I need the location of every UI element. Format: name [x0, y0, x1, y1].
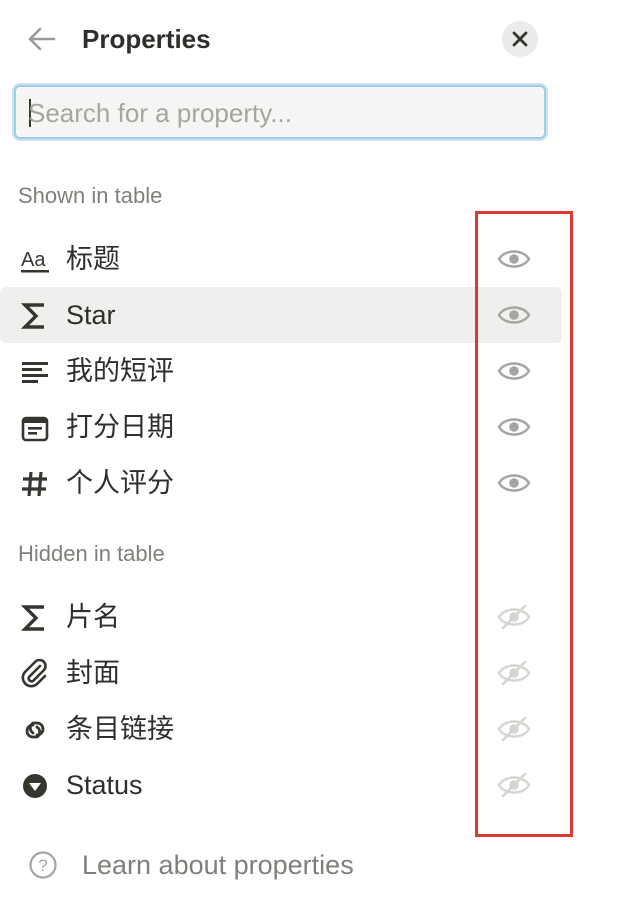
panel-header: Properties — [0, 0, 626, 78]
property-label: 打分日期 — [66, 412, 174, 442]
search-box[interactable] — [14, 85, 546, 139]
learn-link-label: Learn about properties — [82, 850, 354, 880]
svg-text:Aa: Aa — [21, 249, 46, 271]
property-label: 标题 — [66, 244, 120, 274]
sigma-icon — [20, 605, 44, 631]
property-label: 封面 — [66, 658, 120, 688]
paperclip-icon — [21, 659, 47, 688]
sigma-icon — [20, 303, 44, 329]
section-label-hidden: Hidden in table — [18, 541, 165, 566]
arrow-left-icon — [28, 27, 56, 51]
property-label: Status — [66, 770, 143, 800]
learn-about-properties-link[interactable]: ? Learn about properties — [0, 840, 420, 890]
page-title: Properties — [82, 24, 211, 54]
link-icon — [25, 721, 45, 739]
search-input[interactable] — [26, 87, 535, 139]
status-icon — [23, 774, 47, 798]
property-label: 个人评分 — [66, 468, 174, 498]
hash-icon — [22, 471, 47, 497]
lines-icon — [22, 362, 48, 383]
property-label: Star — [66, 300, 116, 330]
svg-text:?: ? — [38, 856, 47, 875]
close-icon — [512, 31, 528, 47]
property-label: 条目链接 — [66, 714, 174, 744]
property-label: 片名 — [66, 602, 120, 632]
help-icon: ? — [29, 851, 57, 879]
close-button[interactable] — [502, 21, 538, 57]
property-label: 我的短评 — [66, 356, 174, 386]
back-button[interactable] — [24, 24, 58, 54]
annotation-highlight-box — [475, 211, 573, 837]
section-label-shown: Shown in table — [18, 183, 163, 208]
text-icon: Aa — [21, 249, 49, 273]
calendar-icon — [21, 416, 49, 442]
